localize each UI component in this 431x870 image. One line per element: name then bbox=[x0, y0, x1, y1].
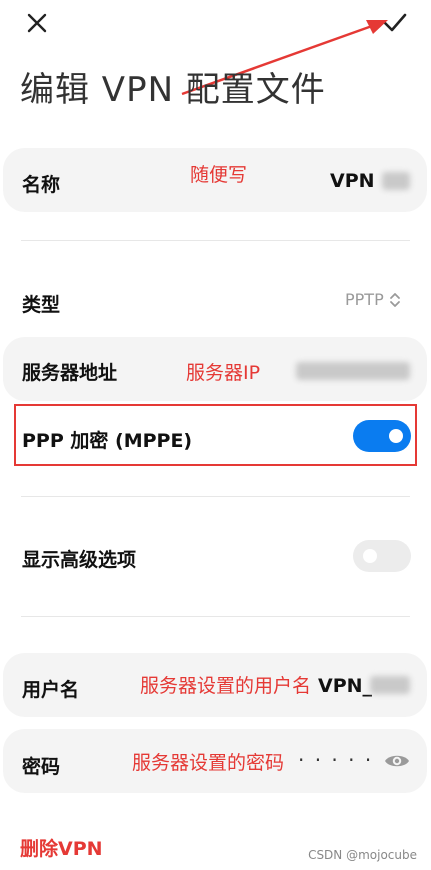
password-value[interactable]: · · · · · bbox=[298, 748, 373, 772]
watermark: CSDN @mojocube bbox=[308, 848, 417, 862]
name-label: 名称 bbox=[22, 174, 61, 196]
advanced-toggle[interactable] bbox=[353, 540, 411, 572]
password-annotation: 服务器设置的密码 bbox=[132, 752, 285, 774]
toggle-knob bbox=[389, 429, 403, 443]
eye-icon bbox=[385, 755, 409, 767]
name-annotation: 随便写 bbox=[190, 164, 248, 186]
name-value[interactable]: VPN bbox=[330, 170, 375, 192]
type-value: PPTP bbox=[345, 290, 384, 309]
delete-vpn-button[interactable]: 删除VPN bbox=[20, 834, 103, 861]
type-selector[interactable]: PPTP bbox=[345, 290, 402, 309]
divider bbox=[21, 616, 410, 617]
username-label: 用户名 bbox=[22, 679, 80, 701]
server-annotation: 服务器IP bbox=[186, 362, 261, 384]
server-value-redacted[interactable] bbox=[296, 362, 410, 380]
server-label: 服务器地址 bbox=[22, 362, 118, 384]
show-password-button[interactable] bbox=[383, 749, 411, 773]
name-value-redacted bbox=[382, 172, 410, 190]
page-title: 编辑 VPN 配置文件 bbox=[20, 70, 326, 110]
username-annotation: 服务器设置的用户名 bbox=[140, 675, 312, 697]
toggle-knob bbox=[363, 549, 377, 563]
mppe-label: PPP 加密 (MPPE) bbox=[22, 430, 193, 452]
username-value[interactable]: VPN_ bbox=[318, 675, 372, 697]
username-value-redacted bbox=[370, 676, 410, 694]
updown-chevron-icon bbox=[389, 292, 400, 307]
divider bbox=[21, 496, 410, 497]
advanced-label: 显示高级选项 bbox=[22, 549, 137, 571]
divider bbox=[21, 240, 410, 241]
password-label: 密码 bbox=[22, 756, 61, 778]
type-label: 类型 bbox=[22, 294, 61, 316]
mppe-toggle[interactable] bbox=[353, 420, 411, 452]
